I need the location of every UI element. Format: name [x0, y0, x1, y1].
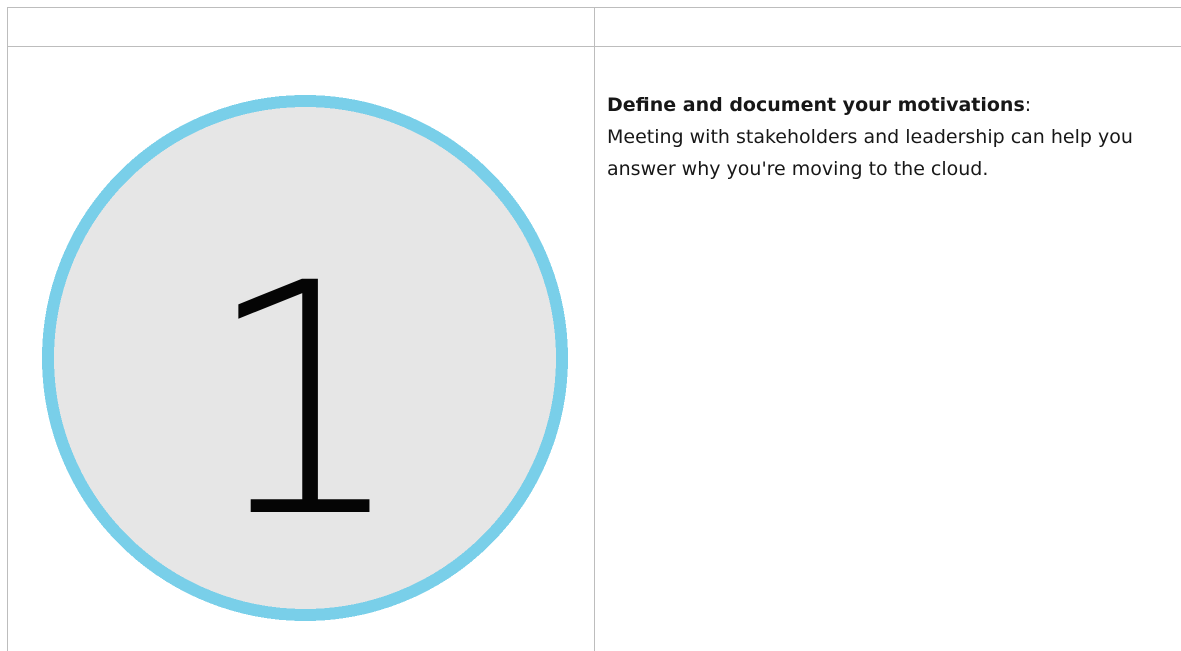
step-heading-line: Define and document your motivations: — [607, 89, 1167, 121]
step-text-cell: Define and document your motivations: Me… — [595, 47, 1181, 651]
step-description: Meeting with stakeholders and leadership… — [607, 126, 1133, 180]
step-title-suffix: : — [1024, 94, 1032, 116]
step-description-block: Define and document your motivations: Me… — [607, 89, 1167, 185]
step-title: Define and document your motivations — [607, 94, 1025, 116]
step-number: 1 — [203, 216, 407, 588]
step-number-badge: 1 — [36, 89, 574, 627]
step-number-circle: 1 — [42, 95, 568, 621]
document-table: 1 Define and document your motivations: … — [0, 0, 1181, 651]
step-image-cell: 1 — [8, 47, 594, 651]
